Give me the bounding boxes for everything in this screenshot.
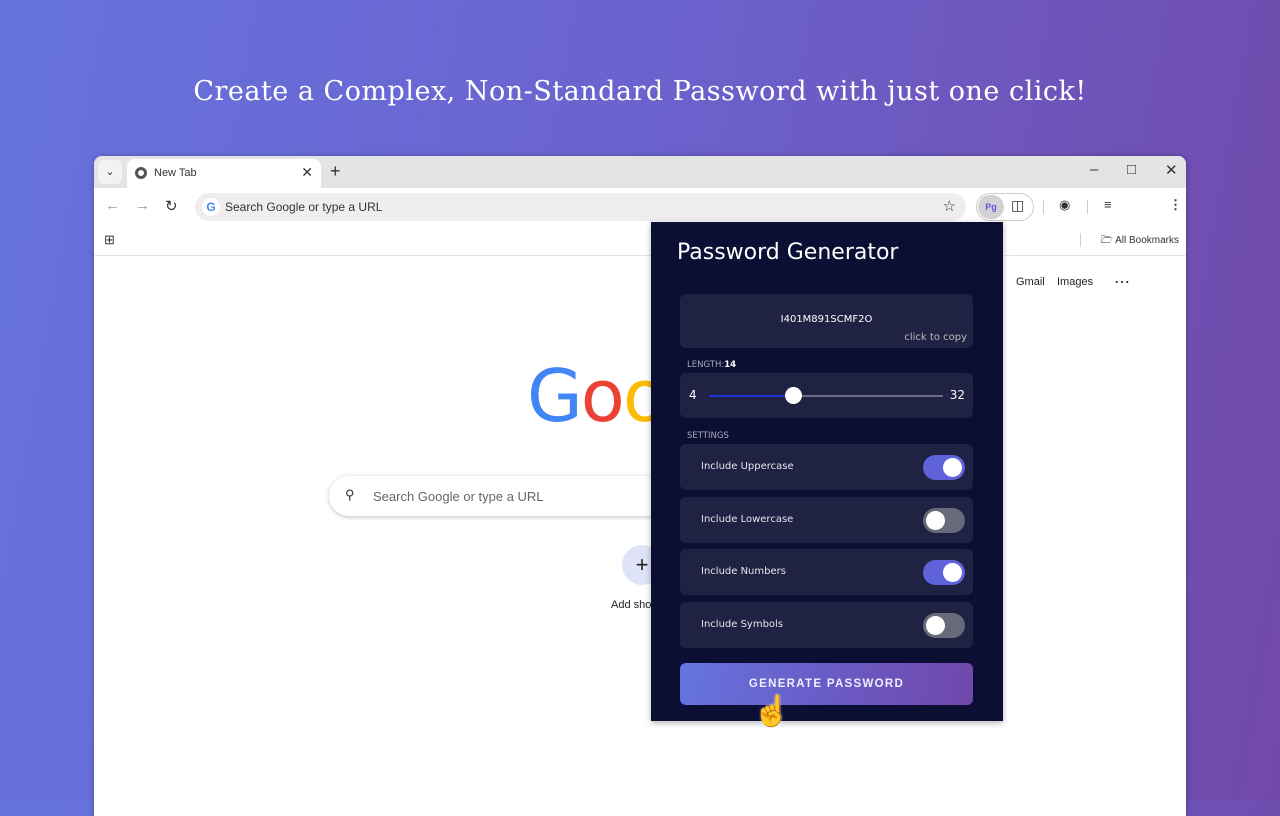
password-display[interactable]: I401M891SCMF2O click to copy [680, 294, 973, 348]
option-lowercase: Include Lowercase [680, 497, 973, 543]
slider-max: 32 [949, 388, 965, 402]
tab-title: New Tab [154, 167, 197, 179]
google-apps-icon[interactable]: ⋯ [1114, 272, 1130, 292]
close-window-icon[interactable]: ✕ [1165, 161, 1178, 179]
omnibox-placeholder: Search Google or type a URL [225, 200, 383, 214]
generate-password-button[interactable]: GENERATE PASSWORD [680, 663, 973, 705]
copy-hint: click to copy [904, 332, 967, 343]
reload-icon[interactable]: ↻ [165, 197, 178, 215]
extensions-group: Pg ◫ [976, 193, 1034, 221]
media-queue-icon[interactable]: ≡ [1104, 197, 1112, 212]
divider [1080, 233, 1081, 247]
toggle-knob [926, 616, 945, 635]
tab-new-tab[interactable]: New Tab ✕ [127, 159, 321, 188]
close-tab-icon[interactable]: ✕ [301, 164, 313, 181]
hand-cursor-icon: ☝ [753, 695, 791, 728]
toggle-symbols[interactable] [923, 613, 965, 638]
option-label: Include Numbers [701, 566, 786, 577]
toggle-uppercase[interactable] [923, 455, 965, 480]
length-slider-card: 4 32 [680, 373, 973, 418]
apps-grid-icon[interactable]: ⊞ [104, 232, 115, 248]
chrome-icon [135, 167, 147, 179]
google-icon: G [202, 198, 220, 216]
search-placeholder: Search Google or type a URL [373, 489, 544, 504]
omnibox[interactable]: G Search Google or type a URL ☆ [195, 193, 966, 221]
forward-icon[interactable]: → [135, 197, 150, 214]
back-icon[interactable]: ← [105, 197, 120, 214]
length-label-text: LENGTH: [687, 360, 725, 370]
option-label: Include Symbols [701, 619, 784, 630]
more-menu-icon[interactable]: ⋮ [1169, 197, 1182, 213]
folder-icon: 🗁 [1100, 235, 1116, 246]
settings-label: SETTINGS [687, 431, 729, 441]
all-bookmarks-label: All Bookmarks [1115, 235, 1179, 246]
divider [1087, 200, 1088, 214]
length-value: 14 [724, 360, 737, 370]
divider [1043, 200, 1044, 214]
option-label: Include Uppercase [701, 461, 794, 472]
toggle-numbers[interactable] [923, 560, 965, 585]
bookmarks-bar: ⊞ 🗁 All Bookmarks [94, 225, 1186, 256]
toggle-knob [926, 511, 945, 530]
headline: Create a Complex, Non-Standard Password … [193, 76, 1087, 107]
generated-password: I401M891SCMF2O [780, 314, 873, 325]
tab-strip: ⌄ New Tab ✕ + – □ ✕ [94, 156, 1186, 188]
length-slider[interactable] [709, 387, 943, 404]
slider-thumb[interactable] [784, 387, 802, 404]
slider-fill [709, 395, 793, 397]
toolbar: ← → ↻ G Search Google or type a URL ☆ Pg… [94, 188, 1186, 225]
toggle-knob [943, 458, 962, 477]
toggle-lowercase[interactable] [923, 508, 965, 533]
option-label: Include Lowercase [701, 514, 794, 525]
toggle-knob [943, 563, 962, 582]
bookmark-star-icon[interactable]: ☆ [943, 197, 956, 215]
google-lens-icon[interactable]: ◉ [1059, 197, 1070, 213]
new-tab-button[interactable]: + [330, 161, 341, 182]
new-tab-page: Gmail Images ⋯ Google ⚲ Search Google or… [94, 256, 1186, 816]
gmail-link[interactable]: Gmail [1016, 276, 1045, 288]
option-uppercase: Include Uppercase [680, 444, 973, 490]
tab-search-chevron-icon[interactable]: ⌄ [98, 160, 122, 184]
password-generator-extension-icon[interactable]: Pg [978, 195, 1004, 219]
all-bookmarks-button[interactable]: 🗁 All Bookmarks [1100, 233, 1179, 250]
browser-window: ⌄ New Tab ✕ + – □ ✕ ← → ↻ G Search Googl… [94, 156, 1186, 816]
maximize-icon[interactable]: □ [1127, 161, 1136, 178]
popup-title: Password Generator [677, 240, 899, 265]
slider-min: 4 [689, 388, 697, 402]
option-symbols: Include Symbols [680, 602, 973, 648]
minimize-icon[interactable]: – [1090, 161, 1098, 178]
extensions-puzzle-icon[interactable]: ◫ [1011, 197, 1024, 214]
option-numbers: Include Numbers [680, 549, 973, 595]
length-label: LENGTH:14 [687, 360, 736, 370]
search-icon: ⚲ [345, 487, 355, 502]
password-generator-popup: Password Generator I401M891SCMF2O click … [651, 222, 1003, 721]
images-link[interactable]: Images [1057, 276, 1093, 288]
